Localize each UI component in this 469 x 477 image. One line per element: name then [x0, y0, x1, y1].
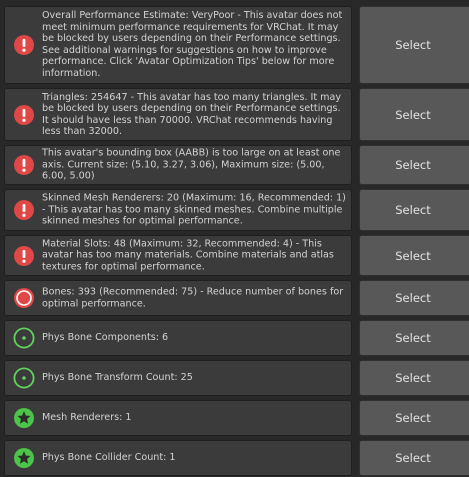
stat-message: Overall Performance Estimate: VeryPoor -… — [42, 10, 343, 80]
stat-message: Phys Bone Components: 6 — [42, 332, 169, 344]
star-circle-icon — [13, 407, 35, 429]
stat-row: Phys Bone Collider Count: 1 Select — [0, 440, 469, 476]
select-button[interactable]: Select — [359, 320, 469, 356]
exclamation-circle-icon — [13, 34, 35, 56]
select-button[interactable]: Select — [359, 440, 469, 476]
stat-message: Phys Bone Collider Count: 1 — [42, 452, 176, 464]
stat-row: Mesh Renderers: 1 Select — [0, 400, 469, 436]
stat-message: Bones: 393 (Recommended: 75) - Reduce nu… — [42, 286, 344, 309]
stat-message-box: Skinned Mesh Renderers: 20 (Maximum: 16,… — [4, 189, 352, 231]
star-circle-icon — [13, 447, 35, 469]
stat-message: This avatar's bounding box (AABB) is too… — [42, 147, 341, 182]
exclamation-circle-icon — [13, 154, 35, 176]
stat-message: Phys Bone Transform Count: 25 — [42, 372, 193, 384]
select-button[interactable]: Select — [359, 360, 469, 396]
stat-row: Skinned Mesh Renderers: 20 (Maximum: 16,… — [0, 189, 469, 231]
filled-circle-icon — [13, 287, 35, 309]
stat-row: Phys Bone Transform Count: 25 Select — [0, 360, 469, 396]
select-button[interactable]: Select — [359, 6, 469, 84]
stat-row: Material Slots: 48 (Maximum: 32, Recomme… — [0, 235, 469, 276]
stat-message-box: Material Slots: 48 (Maximum: 32, Recomme… — [4, 235, 352, 276]
performance-stats-list: Overall Performance Estimate: VeryPoor -… — [0, 0, 469, 477]
stat-message-box: Mesh Renderers: 1 — [4, 400, 352, 436]
select-button[interactable]: Select — [359, 235, 469, 276]
select-button[interactable]: Select — [359, 145, 469, 185]
exclamation-circle-icon — [13, 104, 35, 126]
select-button[interactable]: Select — [359, 189, 469, 231]
stat-message-box: Overall Performance Estimate: VeryPoor -… — [4, 6, 352, 84]
dot-circle-icon — [13, 367, 35, 389]
stat-row: Triangles: 254647 - This avatar has too … — [0, 88, 469, 141]
stat-message: Material Slots: 48 (Maximum: 32, Recomme… — [42, 238, 334, 273]
stat-message: Skinned Mesh Renderers: 20 (Maximum: 16,… — [42, 192, 346, 227]
stat-message-box: Phys Bone Components: 6 — [4, 320, 352, 356]
stat-message-box: Bones: 393 (Recommended: 75) - Reduce nu… — [4, 280, 352, 316]
select-button[interactable]: Select — [359, 280, 469, 316]
stat-message-box: Phys Bone Collider Count: 1 — [4, 440, 352, 476]
select-button[interactable]: Select — [359, 88, 469, 141]
exclamation-circle-icon — [13, 199, 35, 221]
stat-message-box: This avatar's bounding box (AABB) is too… — [4, 145, 352, 185]
stat-message: Triangles: 254647 - This avatar has too … — [42, 91, 342, 138]
stat-message: Mesh Renderers: 1 — [42, 412, 132, 424]
stat-row: Overall Performance Estimate: VeryPoor -… — [0, 6, 469, 84]
stat-message-box: Phys Bone Transform Count: 25 — [4, 360, 352, 396]
stat-row: Phys Bone Components: 6 Select — [0, 320, 469, 356]
stat-row: This avatar's bounding box (AABB) is too… — [0, 145, 469, 185]
exclamation-circle-icon — [13, 245, 35, 267]
select-button[interactable]: Select — [359, 400, 469, 436]
stat-message-box: Triangles: 254647 - This avatar has too … — [4, 88, 352, 141]
dot-circle-icon — [13, 327, 35, 349]
stat-row: Bones: 393 (Recommended: 75) - Reduce nu… — [0, 280, 469, 316]
